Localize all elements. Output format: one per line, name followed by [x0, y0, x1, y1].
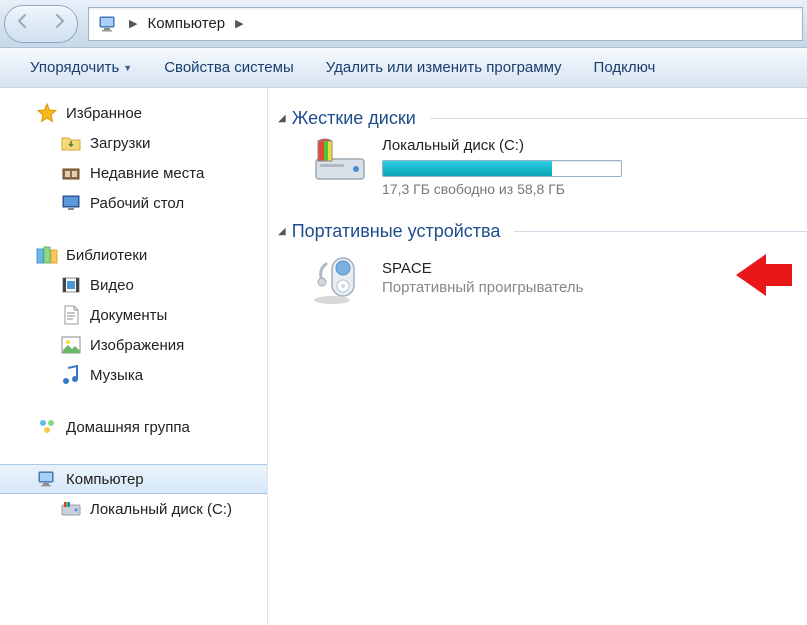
drive-local-c[interactable]: Локальный диск (C:) 17,3 ГБ свободно из … — [312, 137, 807, 197]
recent-places-icon — [60, 162, 82, 184]
computer-icon — [97, 13, 119, 35]
sidebar-item-music[interactable]: Музыка — [0, 360, 267, 390]
hard-drive-icon — [312, 137, 368, 185]
document-icon — [60, 304, 82, 326]
star-icon — [36, 102, 58, 124]
toolbar: Упорядочить ▼ Свойства системы Удалить и… — [0, 48, 807, 88]
breadcrumb[interactable]: ▶ Компьютер ▶ — [88, 7, 803, 41]
sidebar-item-pictures[interactable]: Изображения — [0, 330, 267, 360]
chevron-right-icon: ▶ — [229, 17, 249, 30]
portable-player-icon — [312, 250, 368, 306]
back-button[interactable] — [5, 6, 41, 42]
sidebar-item-homegroup[interactable]: Домашняя группа — [0, 412, 267, 442]
navigation-pane: Избранное Загрузки Недавние места Рабочи… — [0, 88, 268, 625]
drive-usage-bar — [382, 160, 622, 177]
sidebar-item-recent[interactable]: Недавние места — [0, 158, 267, 188]
sidebar-item-computer[interactable]: Компьютер — [0, 464, 267, 494]
device-name: SPACE — [382, 260, 583, 277]
homegroup-icon — [36, 416, 58, 438]
section-hard-drives[interactable]: ◢ Жесткие диски — [278, 108, 807, 129]
collapse-arrow-icon: ◢ — [278, 226, 286, 237]
drive-usage-fill — [383, 161, 552, 176]
device-subtitle: Портативный проигрыватель — [382, 279, 583, 296]
chevron-down-icon: ▼ — [123, 63, 132, 73]
section-portable-devices[interactable]: ◢ Портативные устройства — [278, 221, 807, 242]
breadcrumb-location[interactable]: Компьютер — [143, 15, 229, 32]
libraries-icon — [36, 244, 58, 266]
chevron-right-icon: ▶ — [123, 17, 143, 30]
drive-free-space: 17,3 ГБ свободно из 58,8 ГБ — [382, 181, 622, 197]
music-icon — [60, 364, 82, 386]
arrow-left-icon — [14, 12, 32, 35]
device-space[interactable]: SPACE Портативный проигрыватель — [312, 250, 807, 306]
forward-button[interactable] — [41, 6, 77, 42]
video-icon — [60, 274, 82, 296]
sidebar-item-desktop[interactable]: Рабочий стол — [0, 188, 267, 218]
drive-name: Локальный диск (C:) — [382, 137, 622, 154]
arrow-right-icon — [50, 12, 68, 35]
sidebar-item-libraries[interactable]: Библиотеки — [0, 240, 267, 270]
sidebar-item-documents[interactable]: Документы — [0, 300, 267, 330]
nav-buttons-group — [4, 5, 78, 43]
computer-icon — [36, 468, 58, 490]
pictures-icon — [60, 334, 82, 356]
content-pane: ◢ Жесткие диски Локальный диск (C:) — [268, 88, 807, 625]
collapse-arrow-icon: ◢ — [278, 113, 286, 124]
sidebar-item-local-disk-c[interactable]: Локальный диск (C:) — [0, 494, 267, 524]
system-properties-button[interactable]: Свойства системы — [148, 53, 310, 82]
annotation-red-arrow-icon — [736, 254, 792, 301]
main-area: Избранное Загрузки Недавние места Рабочи… — [0, 88, 807, 625]
sidebar-item-videos[interactable]: Видео — [0, 270, 267, 300]
desktop-icon — [60, 192, 82, 214]
hard-drive-icon — [60, 498, 82, 520]
folder-download-icon — [60, 132, 82, 154]
organize-button[interactable]: Упорядочить ▼ — [14, 53, 148, 82]
sidebar-item-downloads[interactable]: Загрузки — [0, 128, 267, 158]
navigation-bar: ▶ Компьютер ▶ — [0, 0, 807, 48]
sidebar-item-favorites[interactable]: Избранное — [0, 98, 267, 128]
uninstall-program-button[interactable]: Удалить или изменить программу — [310, 53, 578, 82]
connect-button[interactable]: Подключ — [578, 53, 672, 82]
